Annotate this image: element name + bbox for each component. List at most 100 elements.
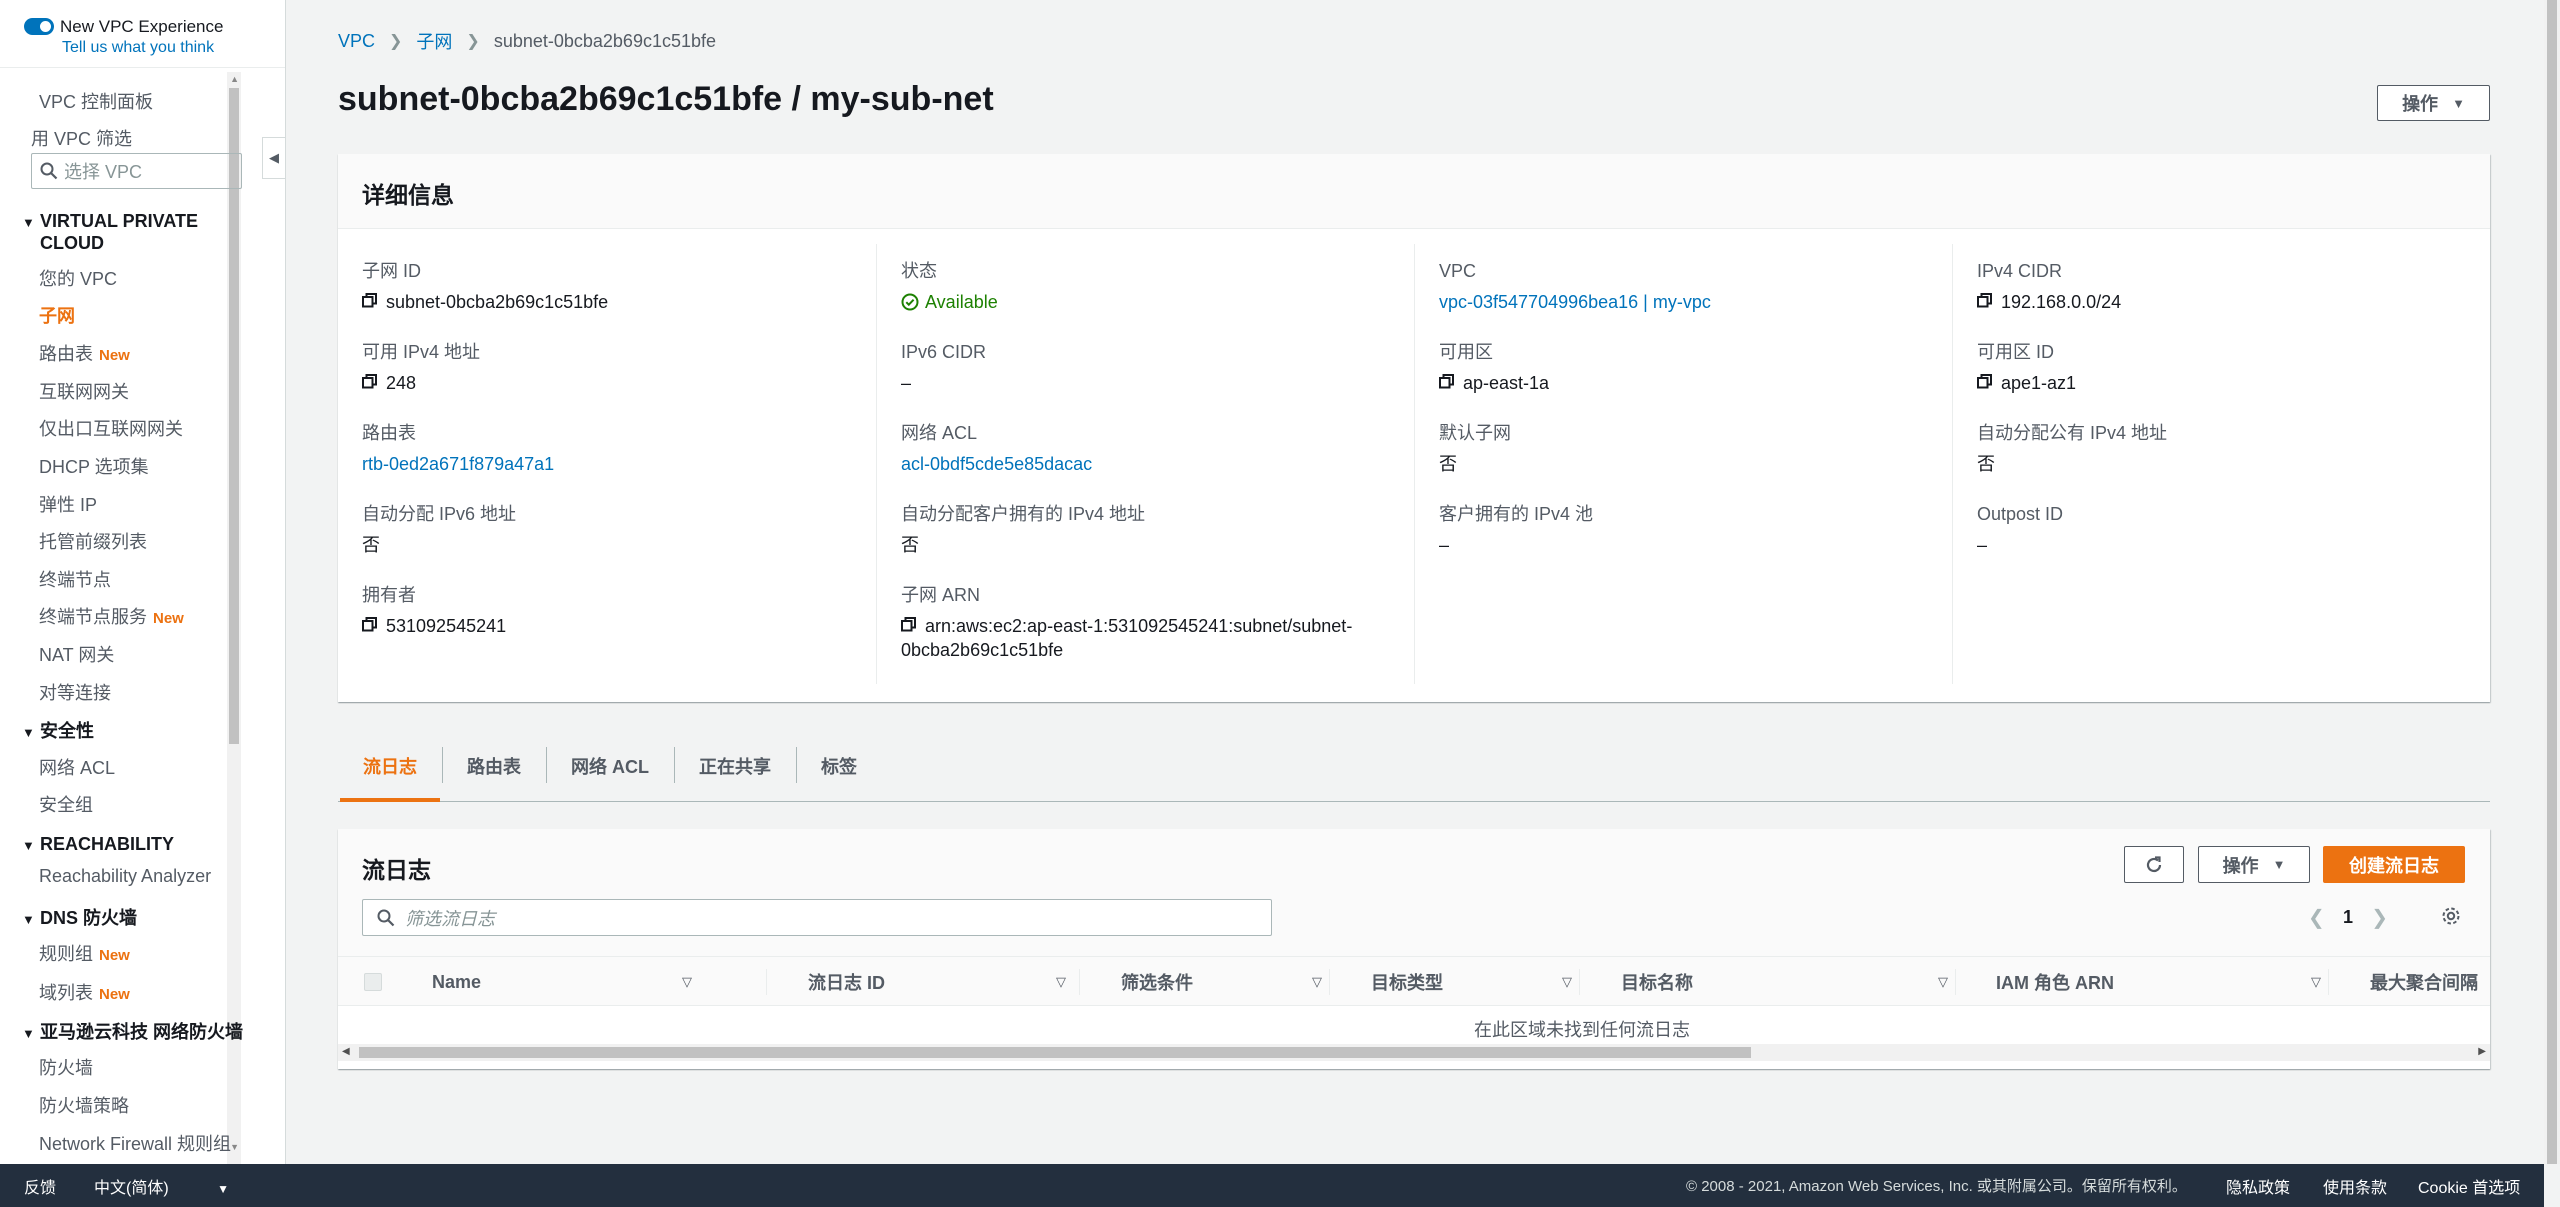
tab-tags[interactable]: 标签 — [796, 740, 882, 800]
feedback-link[interactable]: Tell us what you think — [62, 37, 223, 58]
sidebar-item-endpoints[interactable]: 终端节点 — [39, 566, 111, 592]
copy-icon[interactable] — [1977, 293, 1992, 308]
column-header-flow-log-id[interactable]: 流日志 ID ▽ — [808, 957, 1078, 1007]
cookie-preferences-link[interactable]: Cookie 首选项 — [2418, 1174, 2520, 1198]
scroll-right-icon[interactable]: ▶ — [2478, 1046, 2486, 1057]
section-virtual-private-cloud[interactable]: ▼ VIRTUAL PRIVATE CLOUD — [22, 211, 242, 254]
copy-icon[interactable] — [362, 617, 377, 632]
copy-icon[interactable] — [362, 374, 377, 389]
sidebar-item-endpoint-services[interactable]: 终端节点服务 New — [39, 603, 184, 629]
field-route-table: 路由表 rtb-0ed2a671f879a47a1 — [362, 422, 842, 476]
select-all-checkbox[interactable] — [364, 973, 382, 991]
field-label: 子网 ARN — [901, 585, 981, 605]
chevron-left-icon[interactable]: ❮ — [2308, 905, 2325, 930]
section-reachability[interactable]: ▼ REACHABILITY — [22, 834, 242, 856]
vpc-filter-label: 用 VPC 筛选 — [31, 129, 133, 149]
route-table-link[interactable]: rtb-0ed2a671f879a47a1 — [362, 452, 554, 476]
sidebar-item-subnets[interactable]: 子网 — [39, 302, 75, 328]
copy-icon[interactable] — [1439, 374, 1454, 389]
section-network-firewall[interactable]: ▼ 亚马逊云科技 网络防火墙 — [22, 1022, 262, 1044]
copy-icon[interactable] — [1977, 374, 1992, 389]
column-divider[interactable] — [1579, 969, 1580, 995]
table-horizontal-scrollbar[interactable]: ◀ ▶ — [338, 1044, 2490, 1061]
success-check-icon — [901, 293, 919, 311]
sort-icon: ▽ — [2311, 974, 2321, 989]
create-flow-log-button[interactable]: 创建流日志 — [2323, 846, 2465, 883]
chevron-right-icon[interactable]: ❯ — [2371, 905, 2388, 930]
vpc-filter-select[interactable]: 选择 VPC — [31, 153, 242, 189]
details-column-2: 状态 Available IPv6 CIDR – 网络 ACL acl-0bdf… — [876, 244, 1414, 684]
column-header-max-aggregation[interactable]: 最大聚合间隔 — [2370, 957, 2490, 1007]
feedback-button[interactable]: 反馈 — [24, 1174, 56, 1198]
field-label: 网络 ACL — [901, 423, 978, 443]
page-scrollbar-thumb[interactable] — [2547, 0, 2557, 1164]
sidebar-item-domain-lists[interactable]: 域列表 New — [39, 979, 130, 1005]
sidebar-divider — [0, 67, 285, 68]
sort-icon: ▽ — [1312, 974, 1322, 989]
column-divider[interactable] — [1079, 969, 1080, 995]
tab-network-acl[interactable]: 网络 ACL — [546, 740, 674, 800]
sidebar-item-route-tables[interactable]: 路由表 New — [39, 340, 130, 366]
copy-icon[interactable] — [901, 617, 916, 632]
sidebar-item-your-vpcs[interactable]: 您的 VPC — [39, 265, 117, 291]
field-value: – — [1439, 535, 1450, 555]
sidebar-scroll-down-icon[interactable]: ▼ — [230, 1142, 239, 1152]
tab-sharing[interactable]: 正在共享 — [674, 740, 796, 800]
language-selector[interactable]: 中文(简体) ▼ — [94, 1174, 267, 1198]
refresh-button[interactable] — [2124, 846, 2184, 883]
breadcrumb-subnets[interactable]: 子网 — [416, 28, 452, 54]
field-availability-zone: 可用区 ap-east-1a — [1439, 341, 1919, 395]
gear-icon[interactable] — [2440, 905, 2462, 927]
section-label: DNS 防火墙 — [40, 908, 138, 928]
sidebar-item-egress-only-igw[interactable]: 仅出口互联网网关 — [39, 415, 183, 441]
collapse-sidebar-button[interactable]: ◀ — [262, 137, 286, 179]
sidebar-item-dashboard[interactable]: VPC 控制面板 — [39, 88, 153, 114]
sidebar-item-network-firewall-rule-groups[interactable]: Network Firewall 规则组 — [39, 1130, 231, 1156]
column-divider[interactable] — [1955, 969, 1956, 995]
sidebar-item-nat-gateways[interactable]: NAT 网关 — [39, 641, 114, 667]
search-icon — [40, 162, 58, 180]
sidebar-item-elastic-ip[interactable]: 弹性 IP — [39, 491, 97, 517]
breadcrumb: VPC ❯ 子网 ❯ subnet-0bcba2b69c1c51bfe — [338, 28, 716, 54]
privacy-link[interactable]: 隐私政策 — [2226, 1174, 2290, 1198]
sidebar-item-reachability-analyzer[interactable]: Reachability Analyzer — [39, 866, 211, 887]
tab-flow-logs[interactable]: 流日志 — [338, 740, 442, 802]
scroll-left-icon[interactable]: ◀ — [342, 1046, 350, 1057]
column-divider[interactable] — [766, 969, 767, 995]
breadcrumb-vpc[interactable]: VPC — [338, 31, 375, 52]
new-vpc-experience-toggle-row: New VPC Experience Tell us what you thin… — [24, 16, 223, 58]
actions-button[interactable]: 操作 ▼ — [2377, 85, 2490, 121]
sidebar-item-firewalls[interactable]: 防火墙 — [39, 1054, 93, 1080]
column-header-destination-name[interactable]: 目标名称 — [1621, 957, 1961, 1007]
network-acl-link[interactable]: acl-0bdf5cde5e85dacac — [901, 452, 1092, 476]
section-dns-firewall[interactable]: ▼ DNS 防火墙 — [22, 908, 242, 930]
sidebar-scroll-up-icon[interactable]: ▲ — [230, 74, 239, 84]
flow-logs-actions-button[interactable]: 操作 ▼ — [2198, 846, 2310, 883]
table-scrollbar-thumb[interactable] — [359, 1047, 1751, 1058]
current-page[interactable]: 1 — [2343, 907, 2353, 928]
column-header-name[interactable]: Name ▽ — [432, 957, 692, 1007]
sidebar-item-dhcp-options[interactable]: DHCP 选项集 — [39, 453, 149, 479]
sidebar-item-rule-groups[interactable]: 规则组 New — [39, 940, 130, 966]
vpc-link[interactable]: vpc-03f547704996bea16 | my-vpc — [1439, 290, 1711, 314]
sidebar-item-firewall-policies[interactable]: 防火墙策略 — [39, 1092, 129, 1118]
column-header-iam-role-arn[interactable]: IAM 角色 ARN — [1996, 957, 2316, 1007]
new-vpc-experience-toggle[interactable] — [24, 18, 54, 35]
column-header-filter[interactable]: 筛选条件 — [1121, 957, 1391, 1007]
tab-route-table[interactable]: 路由表 — [442, 740, 546, 800]
column-divider[interactable] — [1329, 969, 1330, 995]
sidebar-item-internet-gateways[interactable]: 互联网网关 — [39, 378, 129, 404]
caret-down-icon: ▼ — [2272, 857, 2286, 872]
sidebar: New VPC Experience Tell us what you thin… — [0, 0, 286, 1164]
section-security[interactable]: ▼ 安全性 — [22, 721, 242, 743]
sidebar-item-network-acls[interactable]: 网络 ACL — [39, 754, 115, 780]
flow-logs-search-input[interactable]: 筛选流日志 — [362, 899, 1272, 936]
column-divider[interactable] — [2328, 969, 2329, 995]
sidebar-item-security-groups[interactable]: 安全组 — [39, 791, 93, 817]
copy-icon[interactable] — [362, 293, 377, 308]
sidebar-item-prefix-lists[interactable]: 托管前缀列表 — [39, 528, 147, 554]
sidebar-item-peering[interactable]: 对等连接 — [39, 679, 111, 705]
details-title: 详细信息 — [338, 154, 2490, 229]
terms-link[interactable]: 使用条款 — [2323, 1174, 2387, 1198]
column-header-destination-type[interactable]: 目标类型 — [1371, 957, 1641, 1007]
